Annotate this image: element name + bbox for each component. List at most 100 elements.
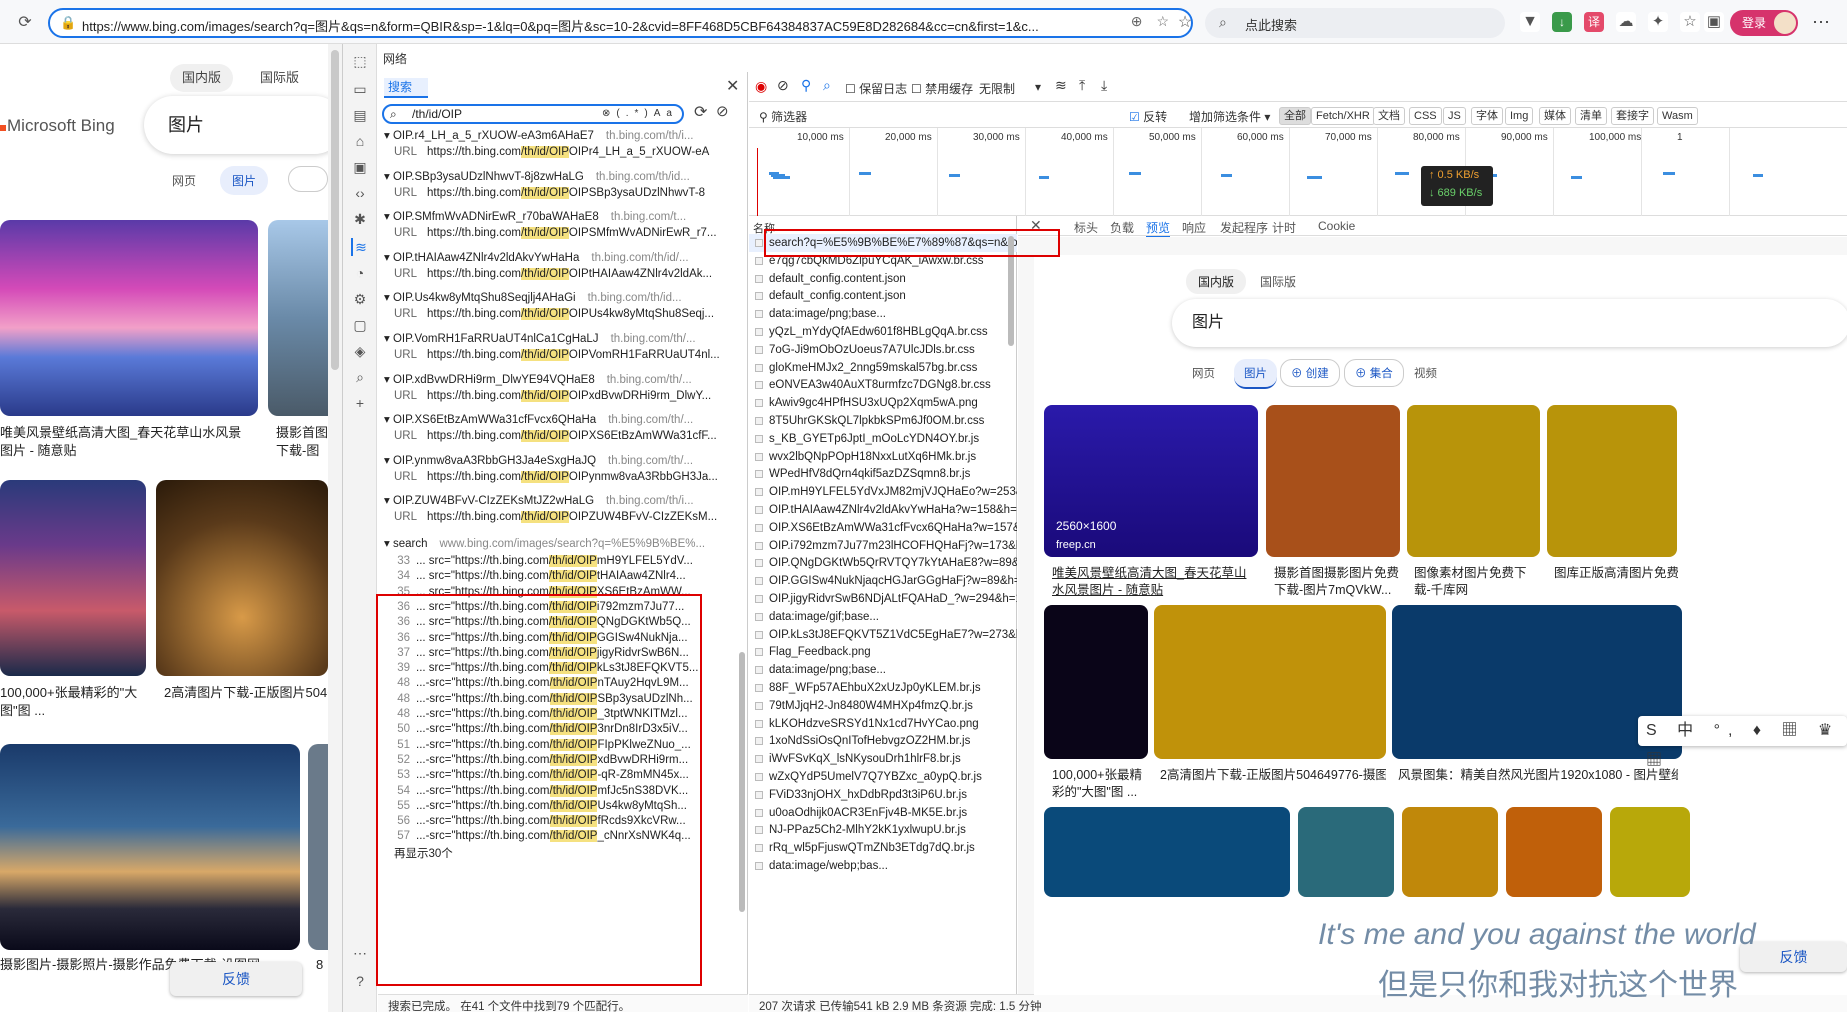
request-row[interactable]: WPedHfV8dQrn4qkif5azDZSqmn8.br.js bbox=[749, 465, 1017, 483]
throttle-select[interactable]: 无限制 bbox=[979, 80, 1015, 97]
result-match-line[interactable]: URL https://th.bing.com/th/id/OIPOIPVomRH… bbox=[384, 347, 746, 363]
preview-caption[interactable]: 100,000+张最精彩的"大图"图 ... bbox=[1052, 767, 1148, 801]
home-icon[interactable]: ⌂ bbox=[351, 132, 369, 150]
filter-chip-0[interactable]: 全部 bbox=[1279, 107, 1311, 125]
refresh-icon[interactable]: ⟳ bbox=[14, 12, 36, 34]
feedback-button[interactable]: 反馈 bbox=[170, 962, 302, 996]
request-row[interactable]: u0oaOdhijk0ACR3EnFjv4B-MK5E.br.js bbox=[749, 804, 1017, 822]
filter-chip-3[interactable]: CSS bbox=[1409, 107, 1442, 125]
request-row[interactable]: default_config.content.json bbox=[749, 270, 1017, 288]
request-row[interactable]: 88F_WFp57AEhbuX2xUzJp0yKLEM.br.js bbox=[749, 679, 1017, 697]
result-match-line[interactable]: URL https://th.bing.com/th/id/OIPOIPZUW4B… bbox=[384, 509, 746, 525]
preview-collections-button[interactable]: ⊕ 集合 bbox=[1344, 359, 1404, 387]
refresh-icon[interactable]: ⟳ bbox=[694, 102, 707, 122]
result-file-header[interactable]: ▾ OIP.Us4kw8yMtqShu8Seqjlj4AHaGi th.bing.… bbox=[384, 290, 746, 306]
preserve-log-checkbox[interactable]: ☐ 保留日志 bbox=[845, 80, 907, 97]
request-row[interactable]: OIP.QNgDGKtWb5QrRVTQY7kYtAHaE8?w=89&... bbox=[749, 554, 1017, 572]
request-row[interactable]: OIP.GGISw4NukNjaqcHGJarGGgHaFj?w=89&h=..… bbox=[749, 572, 1017, 590]
result-file-header[interactable]: ▾ OIP.tHAIAaw4ZNlr4v2ldAkvYwHaHa th.bing.… bbox=[384, 250, 746, 266]
detail-tab-4[interactable]: 发起程序 bbox=[1220, 219, 1268, 236]
image-caption[interactable]: 摄影首图下载-图 bbox=[276, 424, 336, 460]
close-icon[interactable]: ✕ bbox=[726, 76, 739, 96]
feedback-button[interactable]: 反馈 bbox=[1740, 942, 1847, 972]
preview-caption[interactable]: 摄影首图摄影图片免费下载-图片7mQVkW... bbox=[1274, 565, 1400, 599]
page-scrollbar[interactable] bbox=[328, 44, 342, 1012]
result-match-line[interactable]: URL https://th.bing.com/th/id/OIPOIPUs4kw… bbox=[384, 306, 746, 322]
preview-image[interactable] bbox=[1402, 807, 1498, 897]
puzzle-icon[interactable]: ✦ bbox=[1648, 12, 1668, 32]
preview-image[interactable] bbox=[1154, 605, 1386, 759]
image-caption[interactable]: 8 bbox=[316, 956, 323, 974]
request-row[interactable]: default_config.content.json bbox=[749, 287, 1017, 305]
request-row[interactable]: data:image/webp;bas... bbox=[749, 857, 1017, 875]
result-match-line[interactable]: URL https://th.bing.com/th/id/OIPOIPtHAIA… bbox=[384, 266, 746, 282]
clear-icon[interactable]: ⊘ bbox=[716, 102, 729, 120]
ime-toolbar[interactable]: S 中 °, ♦ ▦ ♛ ▦ bbox=[1638, 716, 1847, 769]
detail-tab-6[interactable]: Cookie bbox=[1318, 219, 1355, 233]
preview-nav-web[interactable]: 网页 bbox=[1192, 365, 1215, 381]
filter-chip-6[interactable]: Img bbox=[1505, 107, 1534, 125]
result-file-header[interactable]: ▾ OIP.SBp3ysaUDzlNhwvT-8j8zwHaLG th.bing.… bbox=[384, 169, 746, 185]
request-row[interactable]: OIP.kLs3tJ8EFQKVT5Z1VdC5EgHaE7?w=273&h=.… bbox=[749, 626, 1017, 644]
request-row[interactable]: data:image/png;base... bbox=[749, 661, 1017, 679]
image-result[interactable] bbox=[0, 220, 258, 416]
preview-create-button[interactable]: ⊕ 创建 bbox=[1280, 359, 1340, 387]
search-icon[interactable]: ⌕ bbox=[823, 77, 831, 94]
request-row[interactable]: eONVEA3w40AuXT8urmfzc7DGNg8.br.css bbox=[749, 376, 1017, 394]
result-file-header[interactable]: ▾ OIP.ZUW4BFvV-CIzZEKsMtJZ2wHaLG th.bing.… bbox=[384, 493, 746, 509]
request-row[interactable]: FViD33njOHX_hxDdbRpd3t3iP6U.br.js bbox=[749, 786, 1017, 804]
upload-icon[interactable]: ⤒ bbox=[1079, 77, 1085, 94]
preview-image[interactable] bbox=[1044, 807, 1290, 897]
result-match-line[interactable]: URL https://th.bing.com/th/id/OIPOIPSBp3y… bbox=[384, 185, 746, 201]
bing-search-input[interactable]: 图片 bbox=[144, 96, 342, 154]
request-row[interactable]: 7oG-Ji9mObOzUoeus7A7UlcJDls.br.css bbox=[749, 341, 1017, 359]
result-match-line[interactable]: URL https://th.bing.com/th/id/OIPOIPynmw8… bbox=[384, 469, 746, 485]
request-row[interactable]: NJ-PPaz5Ch2-MlhY2kK1yxlwupU.br.js bbox=[749, 821, 1017, 839]
more-menu-icon[interactable]: ⋯ bbox=[1812, 12, 1830, 33]
invert-checkbox[interactable]: ☑ 反转 bbox=[1129, 108, 1167, 125]
shield-icon[interactable]: ▼ bbox=[1520, 12, 1540, 32]
preview-image[interactable] bbox=[1044, 605, 1148, 759]
sources-icon[interactable]: ‹› bbox=[351, 184, 369, 202]
result-match-line[interactable]: URL https://th.bing.com/th/id/OIPOIPSMfmW… bbox=[384, 225, 746, 241]
image-result[interactable] bbox=[156, 480, 328, 676]
result-file-header[interactable]: ▾ OIP.XS6EtBzAmWWa31cfFvcx6QHaHa th.bing.… bbox=[384, 412, 746, 428]
preview-image[interactable] bbox=[1547, 405, 1677, 557]
image-caption[interactable]: 唯美风景壁纸高清大图_春天花草山水风景图片 - 随意贴 bbox=[0, 424, 250, 460]
result-file-header[interactable]: ▾ OIP.VomRH1FaRRUaUT4nlCa1CgHaLJ th.bing.… bbox=[384, 331, 746, 347]
preview-tab-international[interactable]: 国际版 bbox=[1260, 273, 1296, 290]
nav-web[interactable]: 网页 bbox=[172, 172, 196, 189]
preview-image[interactable] bbox=[1266, 405, 1400, 557]
regex-toggle[interactable]: (.*) bbox=[616, 108, 653, 119]
browser-search-box[interactable]: ⌕ 点此搜索 bbox=[1205, 8, 1505, 38]
disable-cache-checkbox[interactable]: ☐ 禁用缓存 bbox=[911, 80, 973, 97]
more-filters-dropdown[interactable]: 增加筛选条件 ▾ bbox=[1189, 108, 1270, 125]
favorite-star-icon[interactable]: ☆ bbox=[1174, 12, 1196, 34]
filter-chip-5[interactable]: 字体 bbox=[1471, 107, 1503, 125]
result-file-header[interactable]: ▾ OIP.SMfmWvADNirEwR_r70baWAHaE8 th.bing.… bbox=[384, 209, 746, 225]
preview-nav-images[interactable]: 图片 bbox=[1234, 359, 1277, 389]
detail-tab-5[interactable]: 计时 bbox=[1272, 219, 1296, 236]
download-extension-icon[interactable]: ↓ bbox=[1552, 12, 1572, 32]
inspect-icon[interactable]: ⬚ bbox=[351, 52, 369, 70]
result-match-line[interactable]: 33 ... src="https://th.bing.com/th/id/OIP… bbox=[384, 553, 746, 569]
request-row[interactable]: wvx2lbQNpPOpH18NxxLutXq6HMk.br.js bbox=[749, 448, 1017, 466]
request-row[interactable]: data:image/gif;base... bbox=[749, 608, 1017, 626]
result-file-header[interactable]: ▾ OIP.ynmw8vaA3RbbGH3Ja4eSxgHaJQ th.bing.… bbox=[384, 453, 746, 469]
detail-tab-2[interactable]: 预览 bbox=[1146, 219, 1171, 238]
avatar[interactable] bbox=[1772, 10, 1798, 36]
result-file-header[interactable]: ▾ OIP.xdBvwDRHi9rm_DlwYE94VQHaE8 th.bing.… bbox=[384, 372, 746, 388]
filter-chip-2[interactable]: 文档 bbox=[1373, 107, 1405, 125]
application-icon[interactable]: ▢ bbox=[351, 316, 369, 334]
collections-icon[interactable]: ☆ bbox=[1680, 12, 1700, 32]
filter-chip-9[interactable]: 套接字 bbox=[1611, 107, 1654, 125]
request-row[interactable]: yQzL_mYdyQfAEdw601f8HBLgQqA.br.css bbox=[749, 323, 1017, 341]
request-list-scrollbar[interactable] bbox=[1007, 236, 1015, 996]
bug-icon[interactable]: ✱ bbox=[351, 210, 369, 228]
image-caption[interactable]: 2高清图片下载-正版图片50464 bbox=[164, 684, 334, 702]
more-tools-icon[interactable]: ⋯ bbox=[351, 944, 369, 962]
settings-gear-icon[interactable]: ⚙ bbox=[351, 290, 369, 308]
request-row[interactable]: OIP.jigyRidvrSwB6NDjALtFQAHaD_?w=294&h=1… bbox=[749, 590, 1017, 608]
address-bar[interactable]: 🔒 https://www.bing.com/images/search?q=图… bbox=[48, 8, 1193, 38]
preview-nav-videos[interactable]: 视频 bbox=[1414, 365, 1437, 381]
